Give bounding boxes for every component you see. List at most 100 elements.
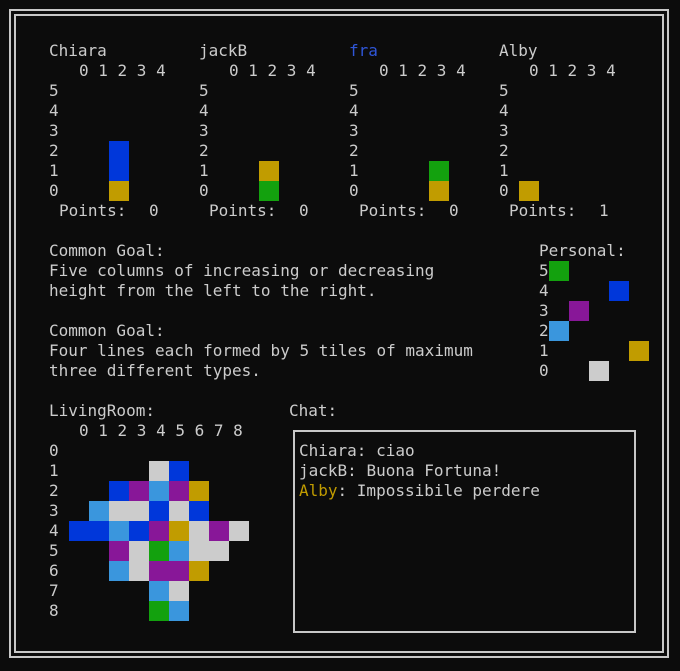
chat-sender: Alby: [299, 481, 338, 500]
board-tile: [149, 461, 169, 481]
board-tile: [169, 521, 189, 541]
shelf-row-label: 3: [49, 121, 59, 140]
personal-row-label: 0: [539, 361, 549, 380]
points-label: Points:: [359, 201, 427, 220]
chat-text: : Buona Fortuna!: [347, 461, 502, 480]
shelf-row-label: 0: [349, 181, 359, 200]
board-tile: [149, 601, 169, 621]
chat-message: Chiara: ciao: [299, 441, 415, 461]
shelf-row-label: 4: [49, 101, 59, 120]
shelf-row-label: 4: [499, 101, 509, 120]
board-row-label: 6: [49, 561, 59, 580]
board-tile: [129, 521, 149, 541]
shelf-column-header: 0 1 2 3 4: [229, 61, 316, 80]
personal-row-label: 3: [539, 301, 549, 320]
shelf-row-label: 1: [349, 161, 359, 180]
player-name: fra: [349, 41, 378, 60]
points-value: 0: [149, 201, 159, 220]
board-tile: [129, 541, 149, 561]
shelf-tile: [109, 161, 129, 181]
shelf-tile: [259, 181, 279, 201]
shelf-row-label: 5: [499, 81, 509, 100]
points-value: 1: [599, 201, 609, 220]
shelf-row-label: 3: [349, 121, 359, 140]
shelf-row-label: 5: [349, 81, 359, 100]
board-row-label: 4: [49, 521, 59, 540]
chat-title: Chat:: [289, 401, 338, 420]
shelf-row-label: 3: [499, 121, 509, 140]
board-tile: [209, 521, 229, 541]
points-label: Points:: [509, 201, 577, 220]
board-tile: [189, 561, 209, 581]
personal-tile: [609, 281, 629, 301]
board-tile: [189, 501, 209, 521]
board-tile: [149, 501, 169, 521]
player-name: Alby: [499, 41, 538, 60]
shelf-row-label: 2: [199, 141, 209, 160]
personal-tile: [589, 361, 609, 381]
personal-tile: [569, 301, 589, 321]
board-tile: [69, 521, 89, 541]
chat-message: Alby: Impossibile perdere: [299, 481, 540, 501]
points-label: Points:: [209, 201, 277, 220]
shelf-row-label: 3: [199, 121, 209, 140]
board-tile: [149, 581, 169, 601]
personal-row-label: 5: [539, 261, 549, 280]
shelf-tile: [259, 161, 279, 181]
board-tile: [169, 541, 189, 561]
shelf-row-label: 5: [199, 81, 209, 100]
board-tile: [209, 541, 229, 561]
shelf-row-label: 1: [49, 161, 59, 180]
personal-tile: [629, 341, 649, 361]
common-goal-title: Common Goal:: [49, 321, 165, 340]
common-goal-text: Five columns of increasing or decreasing: [49, 261, 435, 280]
shelf-row-label: 2: [349, 141, 359, 160]
board-tile: [229, 521, 249, 541]
chat-sender: jackB: [299, 461, 348, 480]
common-goal-title: Common Goal:: [49, 241, 165, 260]
board-tile: [129, 481, 149, 501]
shelf-tile: [429, 161, 449, 181]
board-row-label: 0: [49, 441, 59, 460]
shelf-row-label: 4: [199, 101, 209, 120]
shelf-row-label: 1: [499, 161, 509, 180]
board-tile: [169, 501, 189, 521]
board-tile: [129, 561, 149, 581]
personal-goal-title: Personal:: [539, 241, 626, 260]
board-tile: [169, 481, 189, 501]
chat-message: jackB: Buona Fortuna!: [299, 461, 501, 481]
shelf-row-label: 2: [499, 141, 509, 160]
shelf-row-label: 0: [499, 181, 509, 200]
points-label: Points:: [59, 201, 127, 220]
shelf-row-label: 1: [199, 161, 209, 180]
board-row-label: 7: [49, 581, 59, 600]
shelf-row-label: 2: [49, 141, 59, 160]
chat-text: : ciao: [356, 441, 415, 460]
points-value: 0: [449, 201, 459, 220]
common-goal-text: Four lines each formed by 5 tiles of max…: [49, 341, 473, 360]
shelf-column-header: 0 1 2 3 4: [79, 61, 166, 80]
chat-sender: Chiara: [299, 441, 357, 460]
board-tile: [89, 521, 109, 541]
board-tile: [109, 521, 129, 541]
shelf-tile: [109, 181, 129, 201]
board-tile: [109, 481, 129, 501]
common-goal-text: height from the left to the right.: [49, 281, 377, 300]
shelf-tile: [109, 141, 129, 161]
personal-row-label: 2: [539, 321, 549, 340]
board-tile: [149, 481, 169, 501]
living-room-title: LivingRoom:: [49, 401, 155, 420]
board-tile: [189, 521, 209, 541]
shelf-column-header: 0 1 2 3 4: [379, 61, 466, 80]
board-tile: [129, 501, 149, 521]
common-goal-text: three different types.: [49, 361, 261, 380]
chat-text: : Impossibile perdere: [337, 481, 540, 500]
board-tile: [109, 541, 129, 561]
shelf-row-label: 0: [199, 181, 209, 200]
personal-row-label: 4: [539, 281, 549, 300]
board-row-label: 5: [49, 541, 59, 560]
board-tile: [189, 541, 209, 561]
board-row-label: 2: [49, 481, 59, 500]
board-tile: [169, 581, 189, 601]
shelf-tile: [429, 181, 449, 201]
